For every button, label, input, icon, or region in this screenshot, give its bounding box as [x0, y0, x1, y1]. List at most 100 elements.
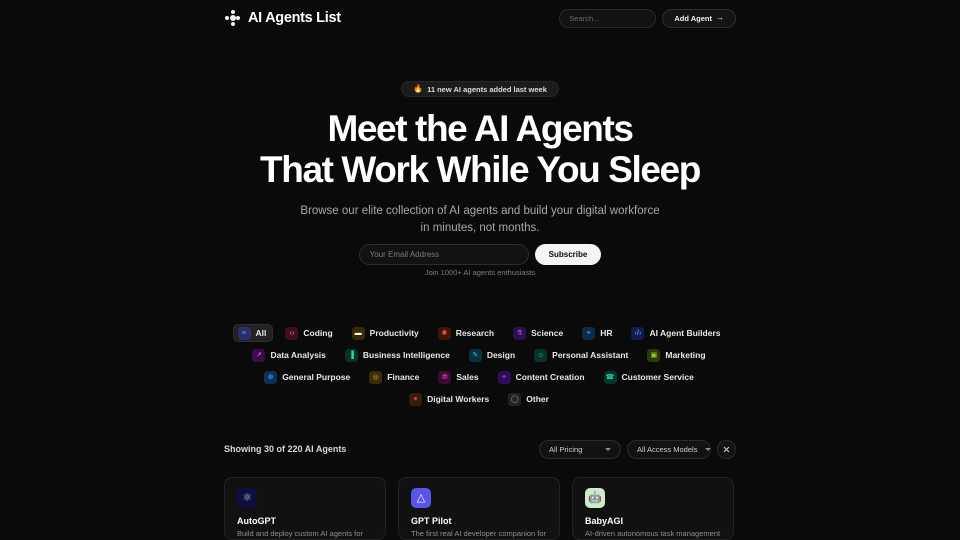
- app-root: AI Agents List Add Agent → 🔥 11 new AI a…: [0, 0, 960, 540]
- news-badge[interactable]: 🔥 11 new AI agents added last week: [401, 81, 559, 97]
- category-chip-marketing[interactable]: ▣ Marketing: [642, 346, 712, 364]
- brand-logo[interactable]: AI Agents List: [224, 10, 341, 27]
- category-chip-general-purpose[interactable]: ⊕ General Purpose: [259, 368, 357, 386]
- category-chip-ai-agent-builders[interactable]: ‹/› AI Agent Builders: [626, 324, 727, 342]
- cart-icon: ⛃: [438, 370, 452, 384]
- email-field[interactable]: [358, 244, 529, 265]
- globe-icon: ⊕: [264, 370, 278, 384]
- gptpilot-logo-icon: △: [411, 488, 431, 508]
- category-chip-label: Sales: [456, 372, 479, 382]
- code-slash-icon: ‹/›: [631, 326, 645, 340]
- agent-card-name: GPT Pilot: [411, 516, 452, 526]
- join-note: Join 1000+ AI agents enthusiasts: [424, 268, 536, 277]
- bar-chart-icon: ▐: [344, 348, 358, 362]
- category-filter-list: ≡ All ‹› Coding ▬ Productivity ✺ Research ⚗ Scien…: [224, 324, 736, 408]
- layers-icon: ≡: [237, 326, 251, 340]
- autogpt-logo-icon: ⚛: [237, 488, 257, 508]
- coins-icon: ◎: [369, 370, 383, 384]
- hero-subtitle-line2: in minutes, not months.: [420, 222, 540, 235]
- category-chip-finance[interactable]: ◎ Finance: [364, 368, 426, 386]
- people-icon: ⚭: [582, 326, 596, 340]
- category-chip-hr[interactable]: ⚭ HR: [577, 324, 619, 342]
- chat-bubble-icon: ◯: [508, 392, 522, 406]
- results-count: Showing 30 of 220 AI Agents: [224, 444, 347, 454]
- agent-card-grid: ⚛ AutoGPT Build and deploy custom AI agent…: [224, 477, 736, 540]
- arrow-right-icon: →: [716, 13, 724, 22]
- headset-icon: ☎: [603, 370, 617, 384]
- category-chip-design[interactable]: ✎ Design: [464, 346, 522, 364]
- agent-card[interactable]: 🤖 BabyAGI AI-driven autonomous task manage…: [572, 477, 734, 540]
- category-chip-coding[interactable]: ‹› Coding: [280, 324, 339, 342]
- hero-section: 🔥 11 new AI agents added last week Meet …: [0, 78, 960, 238]
- category-chip-business-intelligence[interactable]: ▐ Business Intelligence: [340, 346, 457, 364]
- agent-card[interactable]: ⚛ AutoGPT Build and deploy custom AI agent…: [224, 477, 386, 540]
- clear-filters-button[interactable]: [717, 439, 736, 459]
- category-chip-label: Other: [526, 394, 549, 404]
- category-chip-label: Content Creation: [515, 372, 585, 382]
- chevron-down-icon: [705, 447, 712, 451]
- agent-card-description: AI-driven autonomous task management: [585, 529, 721, 538]
- email-input[interactable]: [369, 250, 518, 259]
- agent-card-name: BabyAGI: [585, 516, 624, 526]
- hero-title-line2: That Work While You Sleep: [260, 149, 701, 191]
- category-chip-label: Research: [455, 328, 495, 338]
- page-title: Meet the AI Agents That Work While You S…: [0, 108, 960, 191]
- molecule-icon: ✺: [437, 326, 451, 340]
- category-chip-personal-assistant[interactable]: ☺ Personal Assistant: [529, 346, 635, 364]
- category-chip-research[interactable]: ✺ Research: [433, 324, 501, 342]
- add-agent-button[interactable]: Add Agent →: [662, 8, 736, 28]
- brand-name: AI Agents List: [248, 10, 341, 26]
- agent-card-description: The first real AI developer companion fo…: [411, 529, 547, 538]
- category-chip-science[interactable]: ⚗ Science: [508, 324, 570, 342]
- category-chip-data-analysis[interactable]: ↗ Data Analysis: [247, 346, 332, 364]
- category-chip-productivity[interactable]: ▬ Productivity: [347, 324, 426, 342]
- fire-icon: 🔥: [413, 84, 424, 93]
- agent-card-name: AutoGPT: [237, 516, 276, 526]
- chevron-down-icon: [605, 447, 611, 451]
- search-box[interactable]: [559, 8, 657, 28]
- megaphone-icon: ▣: [647, 348, 661, 362]
- results-bar: Showing 30 of 220 AI Agents All Pricing …: [224, 438, 736, 460]
- chart-line-icon: ↗: [252, 348, 266, 362]
- category-chip-content-creation[interactable]: ✦ Content Creation: [493, 368, 592, 386]
- filter-controls: All Pricing All Access Models: [539, 439, 736, 459]
- category-chip-label: Design: [486, 350, 516, 360]
- subscribe-button[interactable]: Subscribe: [534, 244, 602, 265]
- category-chip-sales[interactable]: ⛃ Sales: [433, 368, 485, 386]
- category-chip-customer-service[interactable]: ☎ Customer Service: [599, 368, 701, 386]
- pricing-filter-value: All Pricing: [549, 444, 583, 454]
- search-input[interactable]: [569, 13, 647, 23]
- hero-subtitle: Browse our elite collection of AI agents…: [0, 203, 960, 238]
- header-actions: Add Agent →: [559, 8, 736, 28]
- category-chip-label: AI Agent Builders: [649, 328, 721, 338]
- flask-icon: ⚗: [513, 326, 527, 340]
- team-icon: ⚭: [409, 392, 423, 406]
- category-chip-label: Data Analysis: [270, 350, 326, 360]
- category-chip-label: General Purpose: [282, 372, 351, 382]
- category-chip-label: HR: [600, 328, 613, 338]
- hero-subtitle-line1: Browse our elite collection of AI agents…: [300, 204, 660, 217]
- category-chip-label: Personal Assistant: [552, 350, 629, 360]
- category-chip-other[interactable]: ◯ Other: [503, 390, 556, 408]
- category-chip-label: Coding: [303, 328, 333, 338]
- category-chip-label: Customer Service: [621, 372, 694, 382]
- agent-card-description: Build and deploy custom AI agents for: [237, 529, 363, 538]
- wand-icon: ✦: [497, 370, 511, 384]
- briefcase-icon: ▬: [351, 326, 365, 340]
- access-model-filter-select[interactable]: All Access Models: [627, 439, 712, 459]
- code-brackets-icon: ‹›: [285, 326, 299, 340]
- category-chip-label: Productivity: [369, 328, 419, 338]
- category-chip-all[interactable]: ≡ All: [232, 324, 274, 342]
- hero-title-line1: Meet the AI Agents: [327, 108, 633, 149]
- access-model-filter-value: All Access Models: [637, 444, 698, 454]
- category-chip-label: All: [255, 328, 267, 338]
- category-chip-label: Science: [531, 328, 564, 338]
- pricing-filter-select[interactable]: All Pricing: [539, 439, 621, 459]
- category-chip-label: Finance: [387, 372, 420, 382]
- category-chip-label: Marketing: [665, 350, 706, 360]
- agent-card[interactable]: △ GPT Pilot The first real AI developer co…: [398, 477, 560, 540]
- site-header: AI Agents List Add Agent →: [0, 0, 960, 36]
- category-chip-label: Business Intelligence: [362, 350, 450, 360]
- category-chip-digital-workers[interactable]: ⚭ Digital Workers: [404, 390, 496, 408]
- sparkle-dots-icon: [224, 10, 241, 27]
